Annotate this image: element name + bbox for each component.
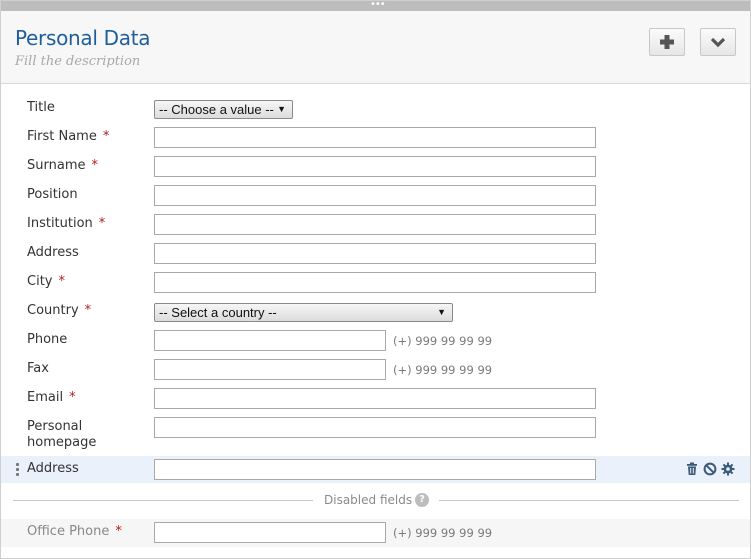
panel-drag-bar[interactable]: ••• — [1, 0, 750, 11]
selected-field-row[interactable]: Address — [1, 456, 750, 483]
fax-input[interactable] — [154, 359, 386, 380]
surname-label: Surname * — [27, 158, 98, 173]
field-actions — [685, 462, 736, 477]
city-input[interactable] — [154, 272, 596, 293]
required-marker: * — [84, 303, 92, 318]
add-button[interactable] — [649, 28, 685, 56]
country-select[interactable]: -- Select a country -- ▼ — [154, 303, 453, 322]
required-marker: * — [115, 524, 122, 539]
required-marker: * — [98, 216, 106, 231]
homepage-label: Personal homepage — [27, 419, 97, 450]
first-name-input[interactable] — [154, 127, 596, 148]
city-label: City * — [27, 274, 65, 289]
address2-input[interactable] — [154, 459, 596, 480]
question-icon[interactable]: ? — [415, 493, 429, 507]
trash-icon[interactable] — [685, 462, 700, 477]
required-marker: * — [69, 390, 76, 405]
divider-right — [439, 500, 739, 501]
phone-input[interactable] — [154, 330, 386, 351]
title-select[interactable]: -- Choose a value -- ▼ — [154, 100, 293, 119]
position-input[interactable] — [154, 185, 596, 206]
email-label: Email * — [27, 390, 76, 405]
collapse-button[interactable] — [700, 28, 736, 56]
fax-label: Fax — [27, 361, 49, 376]
gear-icon[interactable] — [721, 462, 736, 477]
office-phone-format-hint: (+) 999 99 99 99 — [393, 526, 493, 540]
ban-icon[interactable] — [703, 462, 718, 477]
institution-input[interactable] — [154, 214, 596, 235]
phone-label: Phone — [27, 332, 68, 347]
office-phone-input[interactable] — [154, 522, 386, 543]
title-label: Title — [27, 100, 55, 115]
office-phone-label: Office Phone * — [27, 524, 122, 539]
surname-input[interactable] — [154, 156, 596, 177]
required-marker: * — [91, 158, 98, 173]
institution-label: Institution * — [27, 216, 106, 231]
homepage-input[interactable] — [154, 417, 596, 438]
disabled-field-row: Office Phone * (+) 999 99 99 99 — [1, 519, 750, 547]
first-name-label: First Name * — [27, 129, 110, 144]
panel-header: Personal Data Fill the description — [1, 11, 750, 84]
position-label: Position — [27, 187, 78, 202]
chevron-down-icon — [710, 36, 726, 48]
disabled-fields-label: Disabled fields — [324, 493, 413, 507]
address-input[interactable] — [154, 243, 596, 264]
drag-handle-icon[interactable]: ••• — [370, 0, 386, 11]
address-label: Address — [27, 245, 79, 260]
required-marker: * — [102, 129, 110, 144]
personal-data-panel: ••• Personal Data Fill the description T… — [0, 0, 751, 559]
fax-format-hint: (+) 999 99 99 99 — [393, 363, 493, 377]
panel-description[interactable]: Fill the description — [15, 54, 140, 69]
panel-title: Personal Data — [15, 26, 151, 50]
required-marker: * — [58, 274, 65, 289]
phone-format-hint: (+) 999 99 99 99 — [393, 334, 493, 348]
email-input[interactable] — [154, 388, 596, 409]
plus-icon — [659, 34, 675, 50]
divider-left — [13, 500, 313, 501]
drag-grip-icon[interactable] — [16, 463, 20, 476]
address2-label: Address — [27, 461, 79, 476]
country-label: Country * — [27, 303, 92, 318]
